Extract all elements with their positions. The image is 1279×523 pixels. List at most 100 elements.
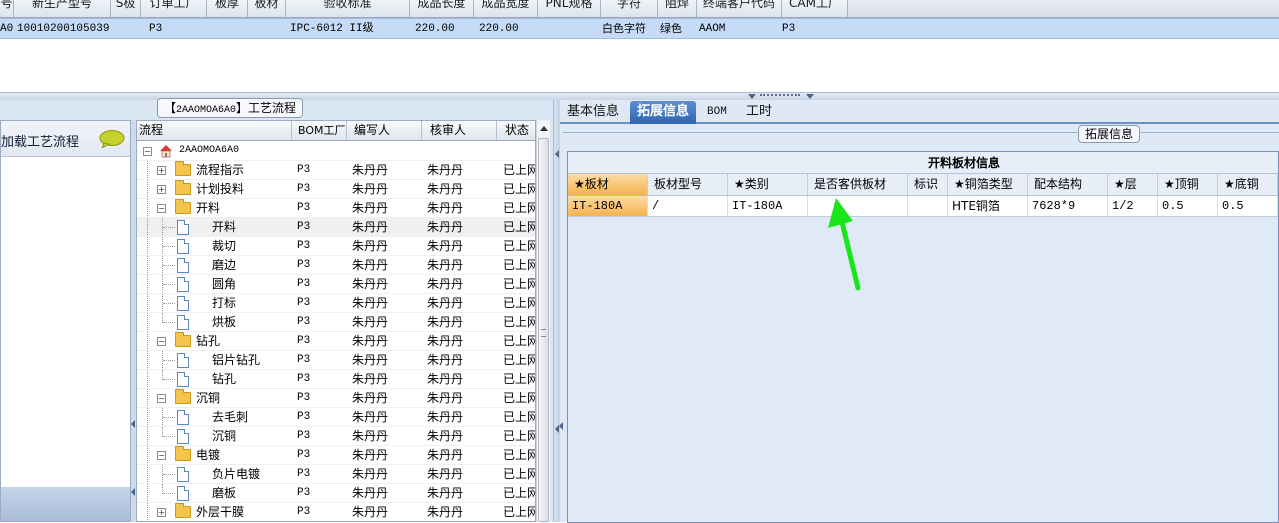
collapse-toggle-icon[interactable]: − xyxy=(157,394,166,403)
col-header-mark[interactable]: 标识 xyxy=(908,174,948,195)
col-header-bottom-copper[interactable]: ★底铜 xyxy=(1218,174,1278,195)
tree-node-label[interactable]: 打标 xyxy=(212,294,236,312)
tree-node-label[interactable]: 去毛刺 xyxy=(212,408,248,426)
tree-node-label[interactable]: 烘板 xyxy=(212,313,236,331)
tab-work-hours[interactable]: 工时 xyxy=(739,101,779,124)
tree-row[interactable]: 去毛刺 P3 朱丹丹 朱丹丹 已上网 xyxy=(137,408,535,427)
cell-layer[interactable]: 1/2 xyxy=(1108,196,1158,216)
scroll-thumb[interactable] xyxy=(538,138,549,522)
tree-row[interactable]: + 外层干膜 P3 朱丹丹 朱丹丹 已上网 xyxy=(137,503,535,521)
expand-toggle-icon[interactable]: + xyxy=(157,185,166,194)
tree-node-label[interactable]: 流程指示 xyxy=(196,161,244,179)
col-header[interactable]: 终端客户代码 xyxy=(697,0,782,17)
col-header-structure[interactable]: 配本结构 xyxy=(1028,174,1108,195)
tree-row[interactable]: 裁切 P3 朱丹丹 朱丹丹 已上网 xyxy=(137,237,535,256)
tree-row[interactable]: 开料 P3 朱丹丹 朱丹丹 已上网 xyxy=(137,218,535,237)
tree-row[interactable]: 沉铜 P3 朱丹丹 朱丹丹 已上网 xyxy=(137,427,535,446)
order-row[interactable]: A0 10010200105039 P3 IPC-6012 II级 220.00… xyxy=(0,18,1279,39)
tree-node-label[interactable]: 钻孔 xyxy=(196,332,220,350)
tree-row[interactable]: 烘板 P3 朱丹丹 朱丹丹 已上网 xyxy=(137,313,535,332)
tree-node-label[interactable]: 铝片钻孔 xyxy=(212,351,260,369)
col-header-category[interactable]: ★类别 xyxy=(728,174,808,195)
tab-bom[interactable]: BOM xyxy=(700,101,734,124)
tree-node-label[interactable]: 钻孔 xyxy=(212,370,236,388)
cell-bottom-copper[interactable]: 0.5 xyxy=(1218,196,1278,216)
tree-row[interactable]: 负片电镀 P3 朱丹丹 朱丹丹 已上网 xyxy=(137,465,535,484)
col-header-top-copper[interactable]: ★顶铜 xyxy=(1158,174,1218,195)
tree-node-label[interactable]: 2AAOMOA6A0 xyxy=(179,142,239,160)
tree-node-label[interactable]: 磨边 xyxy=(212,256,236,274)
collapse-arrow-icon[interactable] xyxy=(131,420,135,428)
tree-node-label[interactable]: 计划投料 xyxy=(196,180,244,198)
tab-basic-info[interactable]: 基本信息 xyxy=(560,101,626,124)
tree-row[interactable]: − 钻孔 P3 朱丹丹 朱丹丹 已上网 xyxy=(137,332,535,351)
tree-node-label[interactable]: 开料 xyxy=(196,199,220,217)
col-header[interactable]: 验收标准 xyxy=(286,0,410,17)
collapse-arrow-icon[interactable] xyxy=(806,94,814,99)
tree-row[interactable]: + 计划投料 P3 朱丹丹 朱丹丹 已上网 xyxy=(137,180,535,199)
chat-bubble-icon[interactable] xyxy=(99,130,125,148)
collapse-toggle-icon[interactable]: − xyxy=(157,337,166,346)
col-header-checker[interactable]: 核审人 xyxy=(422,121,497,140)
tree-node-label[interactable]: 外层干膜 xyxy=(196,503,244,521)
cell-material-model[interactable]: / xyxy=(648,196,728,216)
expand-toggle-icon[interactable]: + xyxy=(157,166,166,175)
col-header[interactable]: 号 xyxy=(0,0,14,17)
loader-strip[interactable]: 加载工艺流程 xyxy=(1,121,130,157)
collapse-arrow-icon[interactable] xyxy=(131,488,135,496)
col-header[interactable]: 订单工厂 xyxy=(141,0,207,17)
cell-top-copper[interactable]: 0.5 xyxy=(1158,196,1218,216)
cell-foil-type[interactable]: HTE铜箔 xyxy=(948,196,1028,216)
tree-row[interactable]: 磨板 P3 朱丹丹 朱丹丹 已上网 xyxy=(137,484,535,503)
col-header[interactable]: PNL规格 xyxy=(538,0,601,17)
collapse-arrow-icon[interactable] xyxy=(748,94,756,99)
collapse-arrow-icon[interactable] xyxy=(555,150,559,158)
load-flow-label[interactable]: 加载工艺流程 xyxy=(1,131,79,150)
col-header-status[interactable]: 状态 xyxy=(497,121,535,140)
col-header[interactable]: 阻焊 xyxy=(658,0,697,17)
cell-material[interactable]: IT-180A xyxy=(568,196,648,216)
scroll-up-icon[interactable] xyxy=(540,126,548,131)
tree-row[interactable]: − 沉铜 P3 朱丹丹 朱丹丹 已上网 xyxy=(137,389,535,408)
tree-row[interactable]: 圆角 P3 朱丹丹 朱丹丹 已上网 xyxy=(137,275,535,294)
tree-row[interactable]: 钻孔 P3 朱丹丹 朱丹丹 已上网 xyxy=(137,370,535,389)
tree-node-label[interactable]: 电镀 xyxy=(196,446,220,464)
tree-node-label[interactable]: 开料 xyxy=(212,218,236,236)
tree-row[interactable]: − 2AAOMOA6A0 xyxy=(137,142,535,161)
col-header-material[interactable]: ★板材 xyxy=(568,174,648,195)
col-header[interactable]: S极 xyxy=(111,0,141,17)
tree-row[interactable]: − 电镀 P3 朱丹丹 朱丹丹 已上网 xyxy=(137,446,535,465)
detail-splitter[interactable] xyxy=(559,160,565,522)
col-header-material-model[interactable]: 板材型号 xyxy=(648,174,728,195)
cell-category[interactable]: IT-180A xyxy=(728,196,808,216)
tree-row[interactable]: 磨边 P3 朱丹丹 朱丹丹 已上网 xyxy=(137,256,535,275)
collapse-toggle-icon[interactable]: − xyxy=(143,147,152,156)
col-header-flow[interactable]: 流程 xyxy=(137,121,292,140)
tab-extended-info[interactable]: 拓展信息 xyxy=(630,101,697,124)
cell-structure[interactable]: 7628*9 xyxy=(1028,196,1108,216)
tree-node-label[interactable]: 负片电镀 xyxy=(212,465,260,483)
collapse-arrow-icon[interactable] xyxy=(559,422,563,430)
tree-node-label[interactable]: 磨板 xyxy=(212,484,236,502)
collapse-toggle-icon[interactable]: − xyxy=(157,451,166,460)
splitter-grip[interactable] xyxy=(760,94,800,97)
col-header[interactable]: 成品长度 xyxy=(410,0,474,17)
col-header-foil-type[interactable]: ★铜箔类型 xyxy=(948,174,1028,195)
col-header-writer[interactable]: 编写人 xyxy=(347,121,422,140)
col-header[interactable]: 字符 xyxy=(601,0,658,17)
tree-row[interactable]: − 开料 P3 朱丹丹 朱丹丹 已上网 xyxy=(137,199,535,218)
col-header[interactable]: 成品宽度 xyxy=(474,0,538,17)
collapse-toggle-icon[interactable]: − xyxy=(157,204,166,213)
col-header[interactable]: CAM工厂 xyxy=(782,0,848,17)
expand-toggle-icon[interactable]: + xyxy=(157,508,166,517)
col-header[interactable]: 新生产型号 xyxy=(14,0,111,17)
col-header[interactable]: 板材 xyxy=(248,0,286,17)
tree-node-label[interactable]: 沉铜 xyxy=(212,427,236,445)
col-header[interactable]: 板厚 xyxy=(207,0,248,17)
col-header-layer[interactable]: ★层 xyxy=(1108,174,1158,195)
tree-row[interactable]: 打标 P3 朱丹丹 朱丹丹 已上网 xyxy=(137,294,535,313)
table-row[interactable]: IT-180A / IT-180A HTE铜箔 7628*9 1/2 0.5 0… xyxy=(568,196,1278,217)
tree-node-label[interactable]: 裁切 xyxy=(212,237,236,255)
tree-row[interactable]: + 流程指示 P3 朱丹丹 朱丹丹 已上网 xyxy=(137,161,535,180)
tree-node-label[interactable]: 沉铜 xyxy=(196,389,220,407)
